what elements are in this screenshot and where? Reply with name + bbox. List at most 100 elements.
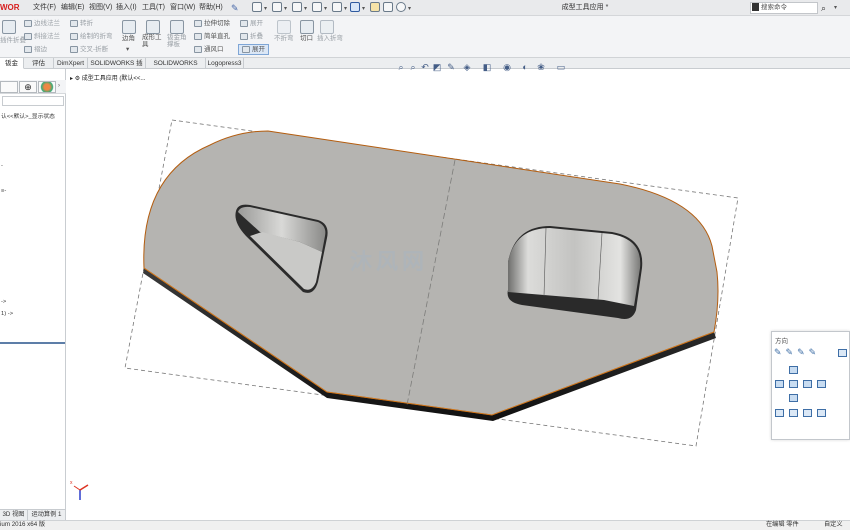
open-folder-icon[interactable] xyxy=(272,2,282,12)
fold-icon xyxy=(240,32,248,40)
search-magnifier-icon[interactable]: ⌕ xyxy=(821,2,826,14)
feature-tree-tab-icon[interactable] xyxy=(0,81,18,93)
four-view-icon[interactable] xyxy=(817,409,826,417)
graphics-viewport[interactable] xyxy=(66,69,850,509)
hide-show-items-icon[interactable]: ◉ xyxy=(502,62,512,72)
insert-bends-icon[interactable] xyxy=(2,20,16,34)
menu-view[interactable]: 视图(V) xyxy=(89,2,112,14)
left-view-icon[interactable] xyxy=(775,380,784,388)
front-view-icon[interactable] xyxy=(789,380,798,388)
rip-label[interactable]: 切口 xyxy=(300,34,313,43)
tree-item[interactable]: -> xyxy=(1,299,6,305)
ribbon-item-label[interactable]: 插件折叠 xyxy=(0,36,26,45)
previous-view-icon[interactable]: ↶ xyxy=(420,62,430,72)
panel-splitter[interactable] xyxy=(0,342,65,344)
display-style-icon[interactable]: ◧ xyxy=(482,62,492,72)
chevron-down-icon[interactable]: ▾ xyxy=(324,5,327,12)
hem-button[interactable]: 褶边 xyxy=(24,45,47,54)
vent-button[interactable]: 通风口 xyxy=(194,45,224,54)
tab-evaluate[interactable]: 评估 xyxy=(24,58,54,69)
fold-button[interactable]: 折叠 xyxy=(240,32,263,41)
section-view-icon[interactable]: ◩ xyxy=(432,62,442,72)
breadcrumb[interactable]: ▸ ⚙ 成型工具应用 (默认<<... xyxy=(70,73,145,82)
forming-tool-icon[interactable] xyxy=(146,20,160,34)
no-bends-label[interactable]: 不折弯 xyxy=(274,34,294,43)
tree-root-item[interactable]: 认<<默认>_显示状态 xyxy=(1,111,55,120)
save-icon[interactable] xyxy=(292,2,302,12)
tab-dimxpert[interactable]: DimXpert xyxy=(54,58,88,69)
miter-flange-button[interactable]: 斜接法兰 xyxy=(24,32,60,41)
tree-item[interactable]: ≡- xyxy=(1,188,6,194)
chevron-down-icon[interactable]: ▾ xyxy=(304,5,307,12)
corner-label[interactable]: 边角 xyxy=(122,34,135,43)
chevron-down-icon[interactable]: ▾ xyxy=(264,5,267,12)
undo-icon[interactable] xyxy=(332,2,342,12)
two-view-horizontal-icon[interactable] xyxy=(789,409,798,417)
tab-solidworks-addins[interactable]: SOLIDWORKS 插件 xyxy=(88,58,146,78)
tab-sheet-metal[interactable]: 钣金 xyxy=(0,58,24,69)
jog-button[interactable]: 转折 xyxy=(70,19,93,28)
menu-window[interactable]: 窗口(W) xyxy=(170,2,195,14)
two-view-vertical-icon[interactable] xyxy=(803,409,812,417)
tab-motion-study[interactable]: 运动算例 1 xyxy=(28,509,66,520)
tree-item[interactable]: 1) -> xyxy=(1,311,13,317)
rebuild-icon[interactable] xyxy=(370,2,380,12)
tree-item[interactable]: - xyxy=(1,163,3,169)
apply-scene-icon[interactable]: ❀ xyxy=(536,62,546,72)
rip-icon[interactable] xyxy=(300,20,314,34)
orientation-pin-icons[interactable]: ✎✎✎✎ xyxy=(774,347,820,358)
select-arrow-icon[interactable] xyxy=(350,2,360,12)
forming-tool-label[interactable]: 成形工具 xyxy=(142,34,164,48)
menu-insert[interactable]: 插入(I) xyxy=(116,2,137,14)
chevron-down-icon[interactable]: ▾ xyxy=(408,5,411,12)
options-gear-icon[interactable] xyxy=(396,2,406,12)
simple-hole-button[interactable]: 简单直孔 xyxy=(194,32,230,41)
view-orientation-icon[interactable]: ◈ xyxy=(462,62,472,72)
no-bends-icon[interactable] xyxy=(277,20,291,34)
tab-logopress3[interactable]: Logopress3 xyxy=(206,58,244,69)
display-manager-tab-icon[interactable] xyxy=(38,81,56,93)
pin-dialog-icon[interactable] xyxy=(838,349,847,357)
chevron-down-icon[interactable]: ▾ xyxy=(362,5,365,12)
print-icon[interactable] xyxy=(312,2,322,12)
right-view-icon[interactable] xyxy=(803,380,812,388)
bottom-view-icon[interactable] xyxy=(789,394,798,402)
insert-bends-icon[interactable] xyxy=(320,20,334,34)
new-document-icon[interactable] xyxy=(252,2,262,12)
chevron-down-icon[interactable]: ▾ xyxy=(834,4,837,11)
pin-icon[interactable]: ✎ xyxy=(231,2,239,14)
sketched-bend-button[interactable]: 绘制的折弯 xyxy=(70,32,113,41)
chevron-down-icon[interactable]: ▾ xyxy=(126,45,129,54)
corner-icon[interactable] xyxy=(122,20,136,34)
chevron-right-icon[interactable]: › xyxy=(58,83,60,89)
tree-filter-input[interactable] xyxy=(2,96,64,106)
extruded-cut-button[interactable]: 拉伸切除 xyxy=(194,19,230,28)
back-view-icon[interactable] xyxy=(817,380,826,388)
flatten-button[interactable]: 展开 xyxy=(238,44,269,55)
top-view-icon[interactable] xyxy=(789,366,798,374)
sheet-metal-gusset-label[interactable]: 钣金角撑板 xyxy=(167,34,189,48)
menu-tools[interactable]: 工具(T) xyxy=(142,2,165,14)
edit-appearance-icon[interactable]: ◐ xyxy=(520,62,530,72)
cross-break-button[interactable]: 交叉-折断 xyxy=(70,45,108,54)
tab-3d-views[interactable]: 3D 视图 xyxy=(0,509,28,520)
config-manager-tab-icon[interactable]: ⊕ xyxy=(19,81,37,93)
menu-file[interactable]: 文件(F) xyxy=(33,2,56,14)
search-input[interactable]: 搜索命令 xyxy=(750,2,818,14)
single-view-icon[interactable] xyxy=(775,409,784,417)
zoom-to-area-icon[interactable]: ⌕ xyxy=(408,62,418,72)
units-custom[interactable]: 自定义 xyxy=(824,520,843,530)
menu-help[interactable]: 帮助(H) xyxy=(199,2,223,14)
edge-flange-button[interactable]: 边线法兰 xyxy=(24,19,60,28)
chevron-down-icon[interactable]: ▾ xyxy=(344,5,347,12)
chevron-down-icon[interactable]: ▾ xyxy=(284,5,287,12)
sheet-metal-gusset-icon[interactable] xyxy=(170,20,184,34)
tab-solidworks-mbd[interactable]: SOLIDWORKS MBD xyxy=(146,58,206,78)
insert-bends-label[interactable]: 插入折弯 xyxy=(317,34,343,43)
zoom-to-fit-icon[interactable]: ⌕ xyxy=(396,62,406,72)
file-properties-icon[interactable] xyxy=(383,2,393,12)
dynamic-annotation-icon[interactable]: ✎ xyxy=(446,62,456,72)
menu-edit[interactable]: 编辑(E) xyxy=(61,2,84,14)
unfold-button[interactable]: 展开 xyxy=(240,19,263,28)
view-settings-icon[interactable]: ▭ xyxy=(556,62,566,72)
